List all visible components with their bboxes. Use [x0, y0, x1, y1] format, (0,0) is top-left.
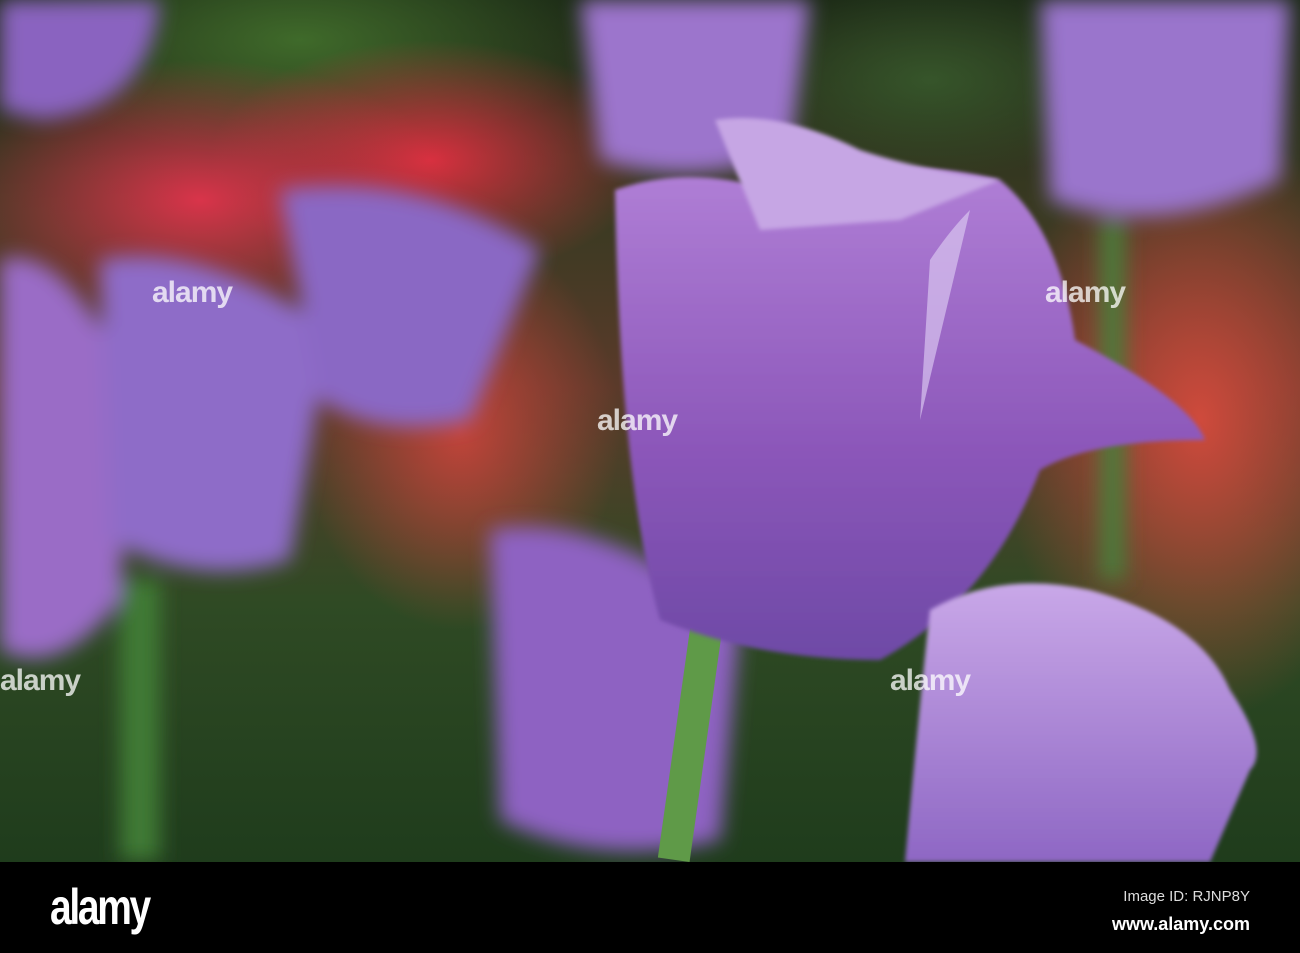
- watermark-text: alamy: [0, 664, 81, 697]
- watermark-text: alamy: [890, 664, 971, 697]
- watermark-text: alamy: [597, 404, 678, 437]
- image-id: Image ID: RJNP8Y: [1123, 888, 1250, 905]
- alamy-logo: alamy: [50, 879, 151, 935]
- foreground-tulip: [905, 583, 1257, 862]
- footer-bar: alamy Image ID: RJNP8Y www.alamy.com: [0, 862, 1300, 953]
- stock-photo-page: alamy alamy alamy alamy alamy alamy Imag…: [0, 0, 1300, 953]
- tulip-photo: alamy alamy alamy alamy alamy: [0, 0, 1300, 862]
- watermark-text: alamy: [1045, 276, 1126, 309]
- watermark-text: alamy: [152, 276, 233, 309]
- website-link[interactable]: www.alamy.com: [1112, 914, 1250, 935]
